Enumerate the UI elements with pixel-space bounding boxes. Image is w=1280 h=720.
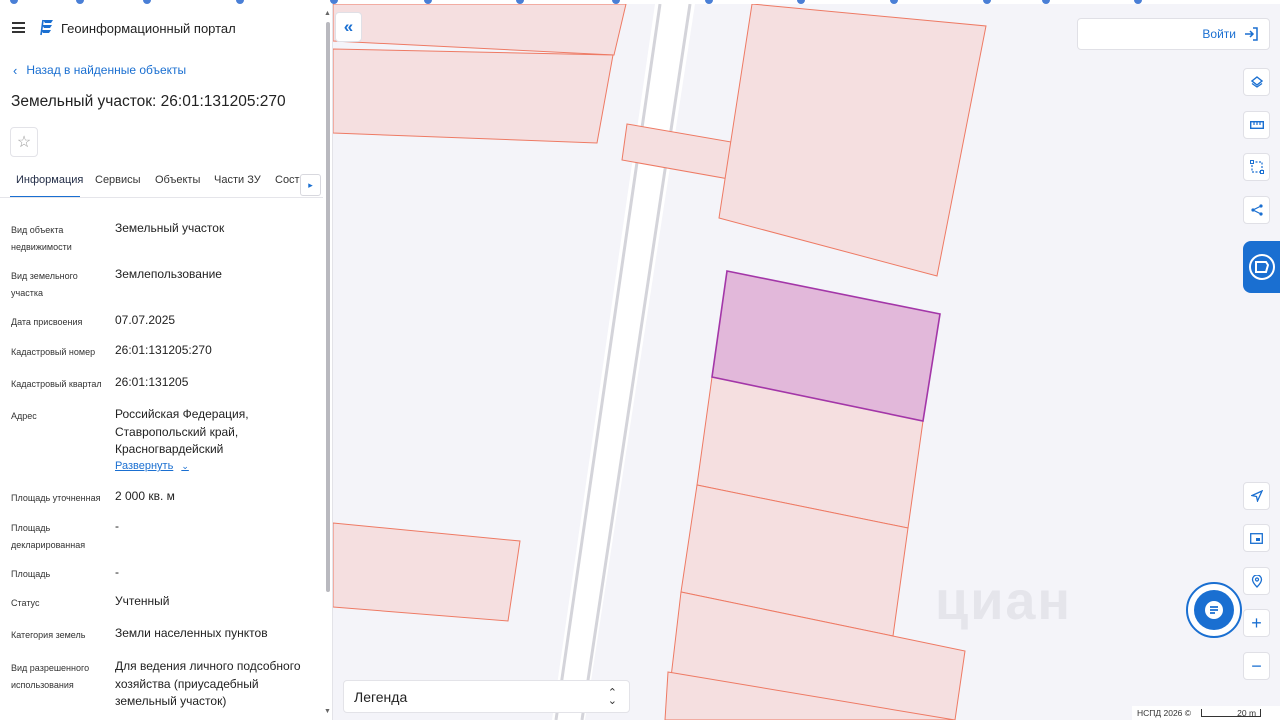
parcel <box>333 4 627 56</box>
parcel <box>333 48 614 144</box>
assistant-widget-tab[interactable] <box>1243 241 1280 293</box>
minimap-icon <box>1250 532 1263 544</box>
property-value: Землепользование <box>115 267 222 281</box>
updown-chevron-icon: ⌃ ⌄ <box>607 686 617 707</box>
map-attribution: НСПД 2026 © 20 m <box>1132 706 1280 720</box>
expand-address-link[interactable]: Развернуть ⌄ <box>115 460 189 472</box>
watermark: циан <box>935 571 1073 631</box>
ruler-icon <box>1249 121 1264 129</box>
share-button[interactable] <box>1243 196 1270 224</box>
info-sidebar: Геоинформационный портал ‹ Назад в найде… <box>0 4 333 720</box>
property-value: 26:01:131205:270 <box>115 343 212 357</box>
property-value: Учтенный <box>115 594 170 608</box>
tab-info[interactable]: Информация <box>16 174 83 186</box>
locate-icon <box>1250 490 1263 502</box>
chevron-left-icon: ‹ <box>13 62 18 78</box>
tab-parts[interactable]: Части ЗУ <box>214 174 261 186</box>
assistant-icon <box>1248 254 1275 280</box>
legend-label: Легенда <box>354 688 408 705</box>
active-tab-indicator <box>10 196 80 197</box>
tabs-scroll-right-button[interactable]: ▸ <box>300 174 321 196</box>
portal-title: Геоинформационный портал <box>61 21 236 36</box>
tab-services[interactable]: Сервисы <box>95 174 141 186</box>
chat-icon <box>1194 590 1234 630</box>
property-label: Статус <box>11 598 40 608</box>
scale-bar: 20 m <box>1201 708 1262 718</box>
property-label: Площадь декларированная <box>11 523 86 550</box>
share-icon <box>1250 204 1263 216</box>
parcel <box>333 522 521 622</box>
property-label: Категория земель <box>11 630 86 640</box>
zoom-in-button[interactable]: + <box>1243 609 1270 637</box>
chat-button[interactable] <box>1186 582 1242 638</box>
property-label: Площадь <box>11 569 51 579</box>
property-label: Вид разрешенного использования <box>11 663 90 690</box>
parcel <box>718 4 987 277</box>
app-root: Геоинформационный портал ‹ Назад в найде… <box>0 0 1280 720</box>
area-select-button[interactable] <box>1243 153 1270 181</box>
back-to-results-link[interactable]: ‹ Назад в найденные объекты <box>13 63 186 77</box>
minimap-button[interactable] <box>1243 524 1270 552</box>
property-value: 07.07.2025 <box>115 313 176 327</box>
property-label: Кадастровый квартал <box>11 379 102 389</box>
layers-button[interactable] <box>1243 68 1270 96</box>
zoom-in-icon: + <box>1251 613 1262 633</box>
sidebar-header: Геоинформационный портал <box>0 4 332 52</box>
browser-bookmarks-strip <box>0 0 1280 4</box>
object-title: Земельный участок: 26:01:131205:270 <box>11 93 286 110</box>
login-button[interactable]: Войти <box>1077 18 1270 50</box>
chevron-right-icon: ▸ <box>308 179 313 190</box>
property-label: Площадь уточненная <box>11 493 101 503</box>
property-value: Земли населенных пунктов <box>115 626 268 640</box>
login-icon <box>1245 27 1258 41</box>
address-value: Российская Федерация, Ставропольский кра… <box>115 407 249 456</box>
property-value: Земельный участок <box>115 221 225 235</box>
measure-button[interactable] <box>1243 111 1270 139</box>
property-value: 2 000 кв. м <box>115 489 175 503</box>
collapse-sidebar-button[interactable]: « <box>335 12 362 42</box>
scale-label: 20 m <box>1237 708 1257 718</box>
back-link-label: Назад в найденные объекты <box>26 63 187 77</box>
layers-icon <box>1250 76 1263 88</box>
attribution-text: НСПД 2026 © <box>1137 708 1192 718</box>
map-canvas[interactable] <box>333 4 1280 720</box>
property-label: Вид земельного участка <box>11 271 78 298</box>
menu-icon[interactable] <box>12 22 25 33</box>
chevron-down-icon: ⌄ <box>181 460 189 471</box>
property-label: Вид объекта недвижимости <box>11 225 72 252</box>
zoom-out-button[interactable]: − <box>1243 652 1270 680</box>
legend-dropdown[interactable]: Легенда ⌃ ⌄ <box>343 680 630 713</box>
scroll-down-arrow[interactable]: ▼ <box>324 708 331 715</box>
zoom-out-icon: − <box>1251 656 1262 676</box>
property-label: Адрес <box>11 411 37 421</box>
locate-button[interactable] <box>1243 482 1270 510</box>
sidebar-scrollbar[interactable] <box>326 22 330 592</box>
property-label: Кадастровый номер <box>11 347 96 357</box>
area-select-icon <box>1249 160 1264 174</box>
double-chevron-left-icon: « <box>343 17 354 36</box>
property-value: - <box>115 519 119 533</box>
scroll-up-arrow[interactable]: ▲ <box>324 10 331 17</box>
property-value: 26:01:131205 <box>115 375 189 389</box>
object-tabs: Информация Сервисы Объекты Части ЗУ Сост… <box>0 168 323 198</box>
tab-objects[interactable]: Объекты <box>155 174 200 186</box>
favorite-button[interactable]: ☆ <box>10 127 38 157</box>
geo-search-icon <box>1251 574 1262 588</box>
star-icon: ☆ <box>16 134 32 151</box>
property-value: - <box>115 565 119 579</box>
login-label: Войти <box>1202 27 1236 41</box>
portal-logo-icon <box>40 19 53 36</box>
geo-search-button[interactable] <box>1243 567 1270 595</box>
property-value: Для ведения личного подсобного хозяйства… <box>115 659 301 708</box>
expand-label: Развернуть <box>115 460 174 472</box>
cadastral-map <box>333 4 987 720</box>
property-label: Дата присвоения <box>11 317 83 327</box>
